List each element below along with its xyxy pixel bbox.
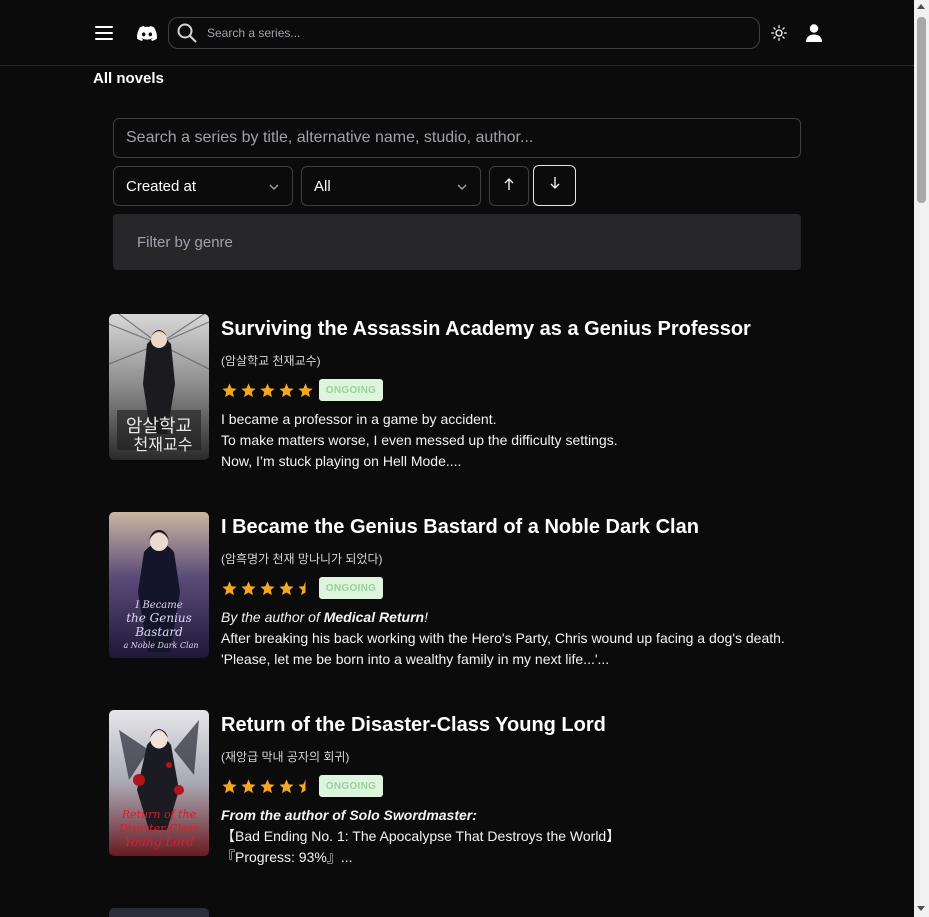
synopsis-intro: From the author of Solo Swordmaster: — [221, 807, 477, 823]
star-icon — [279, 382, 294, 397]
star-half-icon — [298, 778, 306, 793]
synopsis-line: After breaking his back working with the… — [221, 630, 785, 646]
novel-title[interactable]: Return of the Disaster-Class Young Lord — [221, 714, 606, 737]
header-search-input[interactable] — [207, 18, 747, 48]
genre-filter[interactable]: Filter by genre — [113, 214, 801, 270]
status-badge: ONGOING — [319, 775, 383, 797]
status-badge: ONGOING — [319, 577, 383, 599]
series-search-input[interactable] — [114, 119, 800, 157]
synopsis-line: I became a professor in a game by accide… — [221, 411, 497, 427]
svg-text:Return of the: Return of the — [121, 808, 197, 821]
sort-select-value: Created at — [126, 177, 197, 195]
arrow-down-icon — [549, 176, 561, 195]
star-icon — [222, 580, 237, 595]
page-title: All novels — [93, 70, 164, 87]
svg-text:암살학교: 암살학교 — [126, 416, 192, 437]
synopsis-intro-bold: Medical Return — [323, 609, 425, 625]
sort-ascending-button[interactable] — [489, 166, 529, 206]
novel-cover-image[interactable]: I Became the Genius Bastard a Noble Dark… — [109, 512, 209, 658]
star-icon — [241, 580, 256, 595]
star-icon — [260, 382, 275, 397]
top-navbar — [0, 0, 914, 66]
novel-card[interactable]: I Became the Genius Bastard a Noble Dark… — [109, 512, 889, 672]
scroll-up-arrow-icon[interactable] — [917, 4, 925, 9]
status-select[interactable]: All — [301, 166, 481, 206]
scroll-down-arrow-icon[interactable] — [917, 906, 925, 911]
novel-title[interactable]: Surviving the Assassin Academy as a Geni… — [221, 318, 751, 341]
synopsis-line: To make matters worse, I even messed up … — [221, 432, 618, 448]
novel-card[interactable]: Return of the Disaster-Class Young Lord … — [109, 710, 889, 870]
star-icon — [241, 382, 256, 397]
sort-select[interactable]: Created at — [113, 166, 293, 206]
user-icon[interactable] — [804, 23, 824, 43]
header-search[interactable] — [168, 17, 760, 49]
synopsis-intro-text: By the author of — [221, 609, 324, 625]
chevron-down-icon — [268, 180, 280, 197]
novel-alt-title: (암살학교 천재교수) — [221, 354, 321, 368]
page-scrollbar[interactable] — [914, 0, 929, 917]
rating-stars — [221, 775, 314, 797]
sun-icon[interactable] — [770, 24, 788, 42]
svg-text:Disaster-Class: Disaster-Class — [118, 822, 199, 835]
star-icon — [241, 778, 256, 793]
rating-stars — [221, 577, 314, 599]
star-icon — [222, 382, 237, 397]
star-icon — [279, 778, 294, 793]
synopsis-line: 【Bad Ending No. 1: The Apocalypse That D… — [221, 828, 621, 844]
scrollbar-thumb[interactable] — [917, 17, 926, 203]
rating-stars — [221, 379, 314, 401]
novel-alt-title: (암흑명가 천재 망나니가 되었다) — [221, 552, 383, 566]
svg-text:the Genius: the Genius — [126, 611, 192, 625]
novel-card[interactable]: 암살학교 천재교수 Surviving the Assassin Academy… — [109, 314, 889, 474]
novel-synopsis: From the author of Solo Swordmaster: 【Ba… — [221, 805, 620, 868]
novel-synopsis: I became a professor in a game by accide… — [221, 409, 618, 472]
arrow-up-icon — [503, 177, 515, 196]
status-select-value: All — [314, 177, 331, 195]
novel-title[interactable]: I Became the Genius Bastard of a Noble D… — [221, 516, 699, 539]
novel-synopsis: By the author of Medical Return! After b… — [221, 607, 785, 670]
star-icon — [260, 778, 275, 793]
status-badge: ONGOING — [319, 379, 383, 401]
synopsis-line: 『Progress: 93%』... — [221, 849, 353, 865]
novel-cover-image[interactable]: 암살학교 천재교수 — [109, 314, 209, 460]
svg-text:Bastard: Bastard — [134, 625, 183, 639]
synopsis-line: 'Please, let me be born into a wealthy f… — [221, 651, 610, 667]
novel-cover-image[interactable]: Return of the Disaster-Class Young Lord — [109, 710, 209, 856]
series-search[interactable] — [113, 118, 801, 158]
star-icon — [298, 382, 313, 397]
star-icon — [260, 580, 275, 595]
novel-alt-title: (재앙급 막내 공자의 회귀) — [221, 750, 350, 764]
synopsis-line: Now, I’m stuck playing on Hell Mode.... — [221, 453, 462, 469]
discord-icon[interactable] — [135, 21, 159, 45]
synopsis-intro-end: ! — [424, 609, 428, 625]
svg-text:천재교수: 천재교수 — [134, 435, 193, 454]
chevron-down-icon — [456, 180, 468, 197]
menu-icon[interactable] — [92, 21, 116, 45]
star-icon — [279, 580, 294, 595]
svg-text:Young Lord: Young Lord — [124, 835, 194, 849]
svg-text:I Became: I Became — [134, 600, 182, 611]
synopsis-intro: By the author of Medical Return! — [221, 607, 785, 628]
sort-descending-button[interactable] — [533, 165, 576, 206]
genre-filter-placeholder: Filter by genre — [137, 233, 233, 251]
star-icon — [222, 778, 237, 793]
svg-text:a Noble Dark Clan: a Noble Dark Clan — [123, 641, 198, 650]
star-half-icon — [298, 580, 306, 595]
novel-cover-image-partial[interactable] — [109, 908, 209, 917]
search-icon — [177, 23, 197, 48]
